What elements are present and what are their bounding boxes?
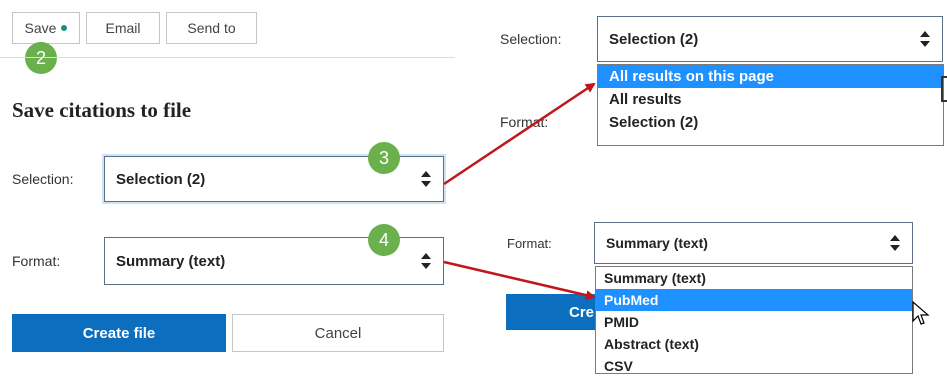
- annotation-arrows: [443, 82, 596, 301]
- arrow-to-selection-options: [443, 82, 596, 186]
- arrow-to-format-options: [443, 260, 596, 301]
